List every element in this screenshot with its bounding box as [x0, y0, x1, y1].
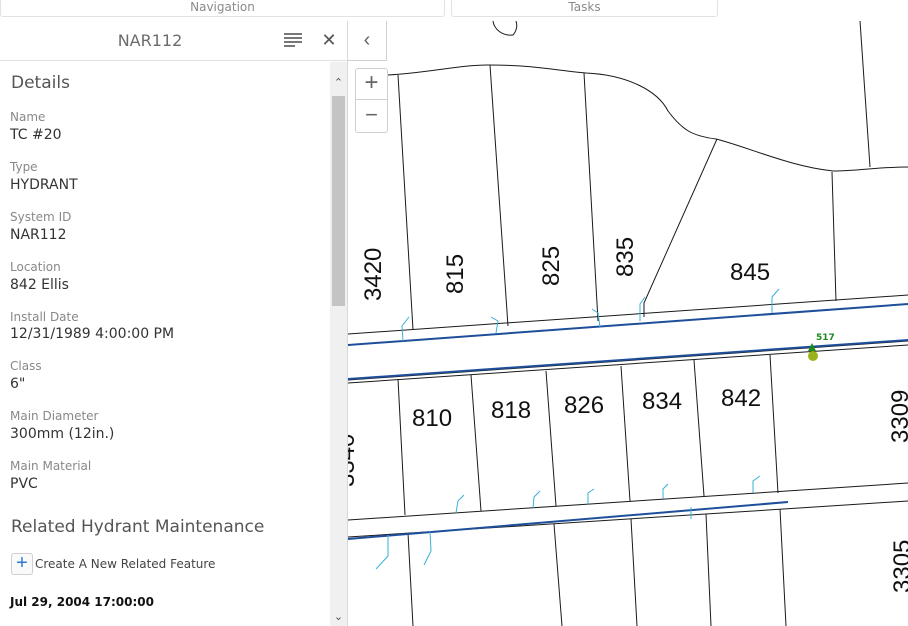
- zoom-out-button[interactable]: −: [355, 100, 388, 133]
- field-label-location: Location: [10, 260, 61, 274]
- details-heading: Details: [11, 73, 70, 93]
- field-value-install-date: 12/31/1989 4:00:00 PM: [10, 326, 175, 342]
- field-value-name: TC #20: [10, 127, 62, 143]
- scroll-thumb[interactable]: [332, 96, 345, 306]
- tab-navigation[interactable]: Navigation: [0, 0, 445, 17]
- lot-label: 815: [442, 254, 469, 294]
- field-label-class: Class: [10, 359, 42, 373]
- hydrant-point[interactable]: [808, 351, 818, 361]
- field-label-main-material: Main Material: [10, 459, 92, 473]
- close-icon[interactable]: ✕: [320, 29, 338, 51]
- lot-label: 810: [412, 405, 452, 432]
- field-label-name: Name: [10, 110, 46, 124]
- collapse-panel-button[interactable]: ‹: [348, 21, 387, 61]
- lot-label: 842: [721, 385, 761, 412]
- hydrant-feature-label: 517: [816, 333, 835, 343]
- panel-body: Details Name TC #20 Type HYDRANT System …: [0, 62, 330, 626]
- top-tab-bar: Navigation Tasks: [0, 0, 908, 21]
- field-label-type: Type: [10, 160, 38, 174]
- panel-scrollbar[interactable]: ⌃ ⌄: [330, 62, 347, 626]
- create-related-feature-label: Create A New Related Feature: [35, 557, 216, 571]
- panel-title: NAR112: [117, 31, 183, 50]
- scroll-up-arrow-icon[interactable]: ⌃: [330, 76, 347, 90]
- related-record-date[interactable]: Jul 29, 2004 17:00:00: [10, 595, 154, 609]
- lot-label: 3340: [348, 434, 360, 487]
- lot-label: 818: [491, 397, 531, 424]
- lot-label: 3309: [887, 390, 908, 443]
- map-view[interactable]: 3420 815 825 835 845 810 818 826 834 842…: [348, 21, 908, 626]
- scroll-down-arrow-icon[interactable]: ⌄: [330, 610, 347, 624]
- field-value-system-id: NAR112: [10, 227, 67, 243]
- field-value-type: HYDRANT: [10, 177, 78, 193]
- field-label-system-id: System ID: [10, 210, 72, 224]
- lot-label: 3305: [889, 540, 908, 593]
- chevron-left-icon: ‹: [363, 29, 371, 51]
- field-value-main-diameter: 300mm (12in.): [10, 426, 115, 442]
- related-heading: Related Hydrant Maintenance: [11, 517, 265, 537]
- plus-icon: +: [364, 69, 379, 96]
- field-value-location: 842 Ellis: [10, 277, 69, 293]
- lot-labels: 3420 815 825 835 845 810 818 826 834 842…: [348, 237, 908, 626]
- lot-label: 835: [612, 237, 639, 277]
- lot-label: 834: [642, 388, 682, 415]
- feature-details-panel: NAR112 ✕ Details Name TC #20 Type HYDRAN…: [0, 21, 348, 626]
- panel-header: NAR112 ✕: [0, 21, 347, 61]
- field-label-install-date: Install Date: [10, 310, 79, 324]
- lot-label: 845: [656, 622, 696, 626]
- lot-label: 826: [564, 392, 604, 419]
- field-label-main-diameter: Main Diameter: [10, 409, 99, 423]
- lot-label: 845: [730, 259, 770, 286]
- tab-tasks[interactable]: Tasks: [451, 0, 718, 17]
- field-value-class: 6": [10, 376, 26, 392]
- lot-label: 3420: [360, 248, 387, 301]
- map-canvas[interactable]: 3420 815 825 835 845 810 818 826 834 842…: [348, 21, 908, 626]
- zoom-in-button[interactable]: +: [355, 68, 388, 100]
- lot-label: 825: [538, 246, 565, 286]
- menu-lines-icon[interactable]: [284, 33, 302, 47]
- field-value-main-material: PVC: [10, 476, 38, 492]
- plus-icon: +: [11, 553, 33, 575]
- create-related-feature-button[interactable]: + Create A New Related Feature: [11, 553, 215, 575]
- minus-icon: −: [365, 102, 378, 127]
